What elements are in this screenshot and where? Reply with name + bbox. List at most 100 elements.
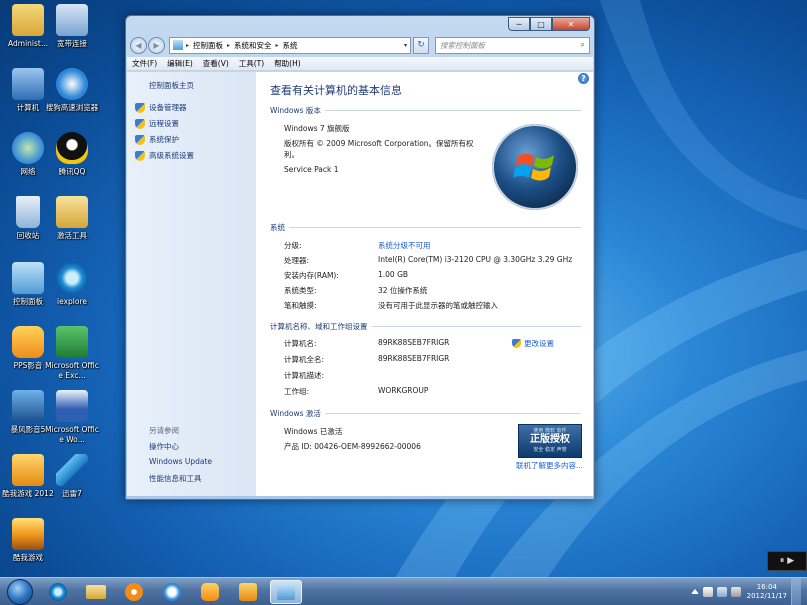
address-bar[interactable]: ▸ 控制面板 ▸ 系统和安全 ▸ 系统 ▾ [169,36,411,54]
pen-touch-value: 没有可用于此显示器的笔或触控输入 [378,301,498,310]
device-manager-link[interactable]: 设备管理器 [135,102,187,113]
caption-buttons: ─ □ ✕ [508,17,590,31]
action-center-link[interactable]: 操作中心 [149,441,179,452]
page-title: 查看有关计算机的基本信息 [270,84,402,97]
taskbar: 16:04 2012/11/17 [0,577,807,605]
learn-more-link[interactable]: 联机了解更多内容... [516,460,583,471]
computer-name-label: 计算机名: [284,339,317,348]
desktop-icon-iexplore[interactable]: iexplore [44,262,100,307]
tray-network-icon[interactable] [716,586,727,597]
address-dropdown-icon[interactable]: ▾ [404,42,407,49]
search-icon[interactable]: ⌕ [581,40,585,50]
back-button[interactable]: ◀ [130,36,147,54]
folder-icon [86,584,106,599]
workgroup-label: 工作组: [284,387,310,396]
performance-tools-link[interactable]: 性能信息和工具 [149,473,202,484]
media-mini-widget[interactable]: ⏸ ▶ [767,551,807,571]
thunder-bird-icon [56,454,88,486]
clock[interactable]: 16:04 2012/11/17 [747,583,787,601]
navigation-bar: ◀ ▶ ▸ 控制面板 ▸ 系统和安全 ▸ 系统 ▾ ↻ 搜索控制面板 ⌕ [130,34,590,56]
edition-name: Windows 7 旗舰版 [284,124,350,133]
taskbar-ie[interactable] [42,580,74,604]
taskbar-sogou[interactable] [156,580,188,604]
breadcrumb-system[interactable]: 系统 [283,40,298,51]
sogou-browser-icon [163,582,181,601]
menu-tools[interactable]: 工具(T) [234,58,269,69]
menu-file[interactable]: 文件(F) [127,58,162,69]
desktop-icon-kuwo-game[interactable]: 酷我游戏 [0,518,56,563]
menu-bar: 文件(F) 编辑(E) 查看(V) 工具(T) 帮助(H) [127,57,593,71]
advanced-settings-label: 高级系统设置 [149,151,194,160]
full-name-label: 计算机全名: [284,355,325,364]
windows-update-link[interactable]: Windows Update [149,457,212,466]
taskbar-control-panel[interactable] [270,579,302,604]
remote-settings-link[interactable]: 远程设置 [135,118,179,129]
ram-label: 安装内存(RAM): [284,271,339,280]
system-type-value: 32 位操作系统 [378,286,428,295]
refresh-button[interactable]: ↻ [413,36,429,54]
control-panel-home-link[interactable]: 控制面板主页 [149,80,194,91]
desktop-icon-qq[interactable]: 腾讯QQ [44,132,100,177]
edition-section-header: Windows 版本 [270,105,581,116]
breadcrumb-separator: ▸ [186,41,190,49]
menu-help[interactable]: 帮助(H) [269,58,306,69]
folder-user-icon [12,4,44,36]
baofeng-player-icon [12,390,44,422]
system-tray: 16:04 2012/11/17 [689,577,807,605]
menu-view[interactable]: 查看(V) [198,58,234,69]
change-settings-link[interactable]: 更改设置 [512,338,554,349]
minimize-button[interactable]: ─ [508,17,530,31]
windows-logo [492,124,578,210]
genuine-badge: 使用 微软 软件 正版授权 安全 稳定 声誉 [518,424,582,458]
shield-icon [135,102,145,113]
kuwo-game-cube-icon [12,518,44,550]
tray-arrow-icon[interactable] [690,589,699,594]
system-window: ─ □ ✕ ◀ ▶ ▸ 控制面板 ▸ 系统和安全 ▸ 系统 ▾ ↻ 搜索控制面板… [125,15,595,500]
windows-orb-icon [7,578,33,605]
taskbar-explorer[interactable] [80,580,112,604]
desktop-icon-excel[interactable]: Microsoft Office Exc... [44,326,100,381]
advanced-settings-link[interactable]: 高级系统设置 [135,150,194,161]
tray-volume-icon[interactable] [730,586,741,597]
desktop-icon-thunder[interactable]: 迅雷7 [44,454,100,499]
computer-name-section-header: 计算机名称、域和工作组设置 [270,321,581,332]
edition-copyright: 版权所有 © 2009 Microsoft Corporation。保留所有权利… [284,139,474,159]
taskbar-media-player[interactable] [118,580,150,604]
system-protection-label: 系统保护 [149,135,179,144]
show-desktop-button[interactable] [791,577,801,605]
maximize-button[interactable]: □ [530,17,552,31]
close-button[interactable]: ✕ [552,17,590,31]
forward-button[interactable]: ▶ [148,36,165,54]
excel-icon [56,326,88,358]
kuwo-game-icon [12,454,44,486]
workgroup-value: WORKGROUP [378,386,429,395]
desktop-icon-word[interactable]: Microsoft Office Wo... [44,390,100,445]
breadcrumb-system-security[interactable]: 系统和安全 [234,40,272,51]
system-protection-link[interactable]: 系统保护 [135,134,179,145]
tray-flag-icon[interactable] [702,586,713,597]
start-button[interactable] [4,578,36,605]
pen-touch-label: 笔和触摸: [284,301,317,310]
desktop-icon-activation-tool[interactable]: 激活工具 [44,196,100,241]
help-icon[interactable]: ? [578,73,589,84]
pps-player-icon [12,326,44,358]
shield-icon [512,339,521,348]
taskbar-pps[interactable] [194,580,226,604]
clock-time: 16:04 [756,582,777,591]
main-pane: ? 查看有关计算机的基本信息 Windows 版本 Windows 7 旗舰版 … [256,72,593,496]
shield-icon [135,150,145,161]
system-type-label: 系统类型: [284,286,317,295]
cpu-value: Intel(R) Core(TM) i3-2120 CPU @ 3.30GHz … [378,255,573,264]
device-manager-label: 设备管理器 [149,103,187,112]
network-monitor-icon [56,4,88,36]
kuwo-game-icon [239,582,257,601]
menu-edit[interactable]: 编辑(E) [162,58,198,69]
desktop-icon-sogou-browser[interactable]: 搜狗高速浏览器 [44,68,100,113]
sogou-browser-icon [56,68,88,100]
search-input[interactable]: 搜索控制面板 ⌕ [435,36,590,54]
taskbar-kuwo[interactable] [232,580,264,604]
breadcrumb-control-panel[interactable]: 控制面板 [193,40,223,51]
cpu-label: 处理器: [284,256,310,265]
desktop-icon-broadband[interactable]: 宽带连接 [44,4,100,49]
rating-link[interactable]: 系统分级不可用 [378,240,431,251]
